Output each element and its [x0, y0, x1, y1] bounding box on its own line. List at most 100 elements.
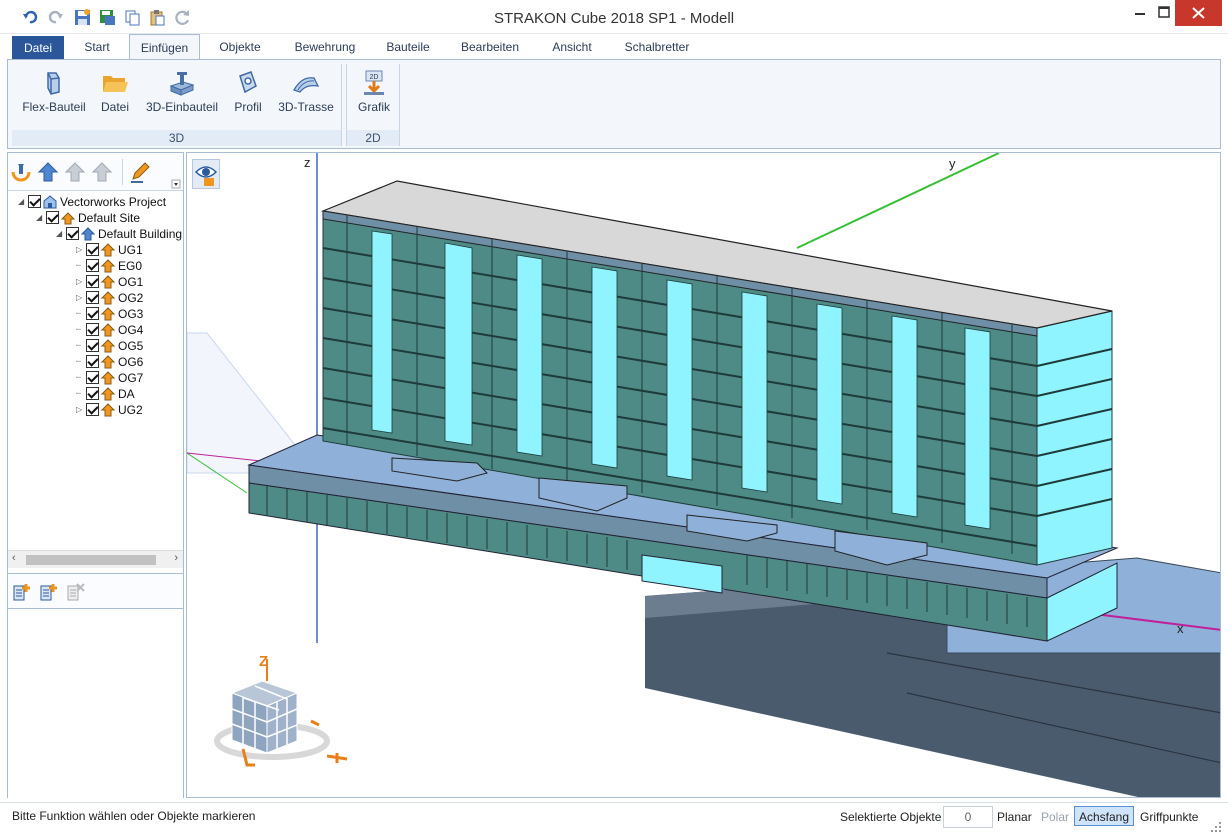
checkbox[interactable]: [86, 307, 99, 320]
level-up-icon[interactable]: [37, 161, 59, 183]
tab-objekte[interactable]: Objekte: [207, 34, 273, 60]
tree-horizontal-scrollbar[interactable]: ‹ ›: [8, 550, 183, 568]
scroll-left-icon[interactable]: ‹: [12, 552, 16, 564]
level-icon: [101, 307, 115, 321]
checkbox[interactable]: [86, 387, 99, 400]
add-sub-item-icon[interactable]: [39, 582, 59, 602]
3d-einbauteil-button[interactable]: 3D-Einbauteil: [142, 66, 222, 122]
checkbox[interactable]: [86, 323, 99, 336]
tab-schalbretter[interactable]: Schalbretter: [612, 34, 702, 60]
model-canvas[interactable]: z y x Z: [187, 153, 1221, 798]
tree-node-level[interactable]: ▷ UG2: [76, 402, 143, 418]
tree-label: Default Site: [78, 211, 141, 225]
profil-button[interactable]: Profil: [228, 66, 268, 122]
tree-node-project[interactable]: ◢ Vectorworks Project: [18, 194, 166, 210]
checkbox[interactable]: [86, 371, 99, 384]
level-icon: [101, 371, 115, 385]
tree-node-site[interactable]: ◢ Default Site: [36, 210, 140, 226]
tree-node-level[interactable]: ▷ OG2: [76, 290, 143, 306]
status-message: Bitte Funktion wählen oder Objekte marki…: [12, 809, 256, 823]
tree-label: UG2: [118, 403, 143, 417]
resize-grip-icon[interactable]: [1210, 821, 1222, 833]
eye-icon: [194, 166, 218, 186]
selected-objects-label: Selektierte Objekte: [840, 810, 942, 824]
scroll-right-icon[interactable]: ›: [174, 552, 178, 564]
add-item-icon[interactable]: [12, 582, 32, 602]
tree-node-level[interactable]: ▷ UG1: [76, 242, 143, 258]
tab-start[interactable]: Start: [70, 34, 124, 60]
level-icon: [101, 355, 115, 369]
checkbox[interactable]: [86, 403, 99, 416]
navigation-cube[interactable]: Z: [214, 653, 348, 767]
maximize-button[interactable]: [1150, 0, 1178, 26]
tree-node-level[interactable]: ▷ OG1: [76, 274, 143, 290]
dropdown-arrow-icon[interactable]: [171, 179, 181, 189]
scrollbar-thumb[interactable]: [26, 555, 156, 565]
expand-icon[interactable]: ▷: [76, 274, 86, 290]
move-up-icon[interactable]: [64, 161, 86, 183]
tree-node-level[interactable]: ┈ EG0: [76, 258, 142, 274]
tree-line: ┈: [76, 325, 81, 334]
tree-label: OG5: [118, 339, 144, 353]
tab-ansicht[interactable]: Ansicht: [540, 34, 604, 60]
selected-objects-count: 0: [943, 806, 993, 828]
3d-trasse-button[interactable]: 3D-Trasse: [274, 66, 338, 122]
delete-item-icon[interactable]: [66, 582, 86, 602]
flex-component-icon: [47, 72, 60, 95]
grafik-button[interactable]: 2D Grafik: [353, 66, 395, 122]
tab-bauteile[interactable]: Bauteile: [376, 34, 440, 60]
ribbon-tabs: Datei Start Einfügen Objekte Bewehrung B…: [0, 34, 1228, 61]
expand-icon[interactable]: ▷: [76, 242, 86, 258]
griffpunkte-toggle[interactable]: Griffpunkte: [1140, 807, 1198, 827]
collapse-icon[interactable]: ◢: [56, 226, 66, 242]
planar-toggle[interactable]: Planar: [997, 807, 1032, 827]
move-down-icon[interactable]: [91, 161, 113, 183]
tree-line: ┈: [76, 341, 81, 350]
tree-node-level[interactable]: ┈ OG4: [76, 322, 143, 338]
tree-node-level[interactable]: ┈ OG6: [76, 354, 143, 370]
achsfang-toggle[interactable]: Achsfang: [1074, 806, 1135, 826]
checkbox[interactable]: [46, 211, 59, 224]
tree-node-building[interactable]: ◢ Default Building: [56, 226, 182, 242]
checkbox[interactable]: [86, 355, 99, 368]
close-icon: [1192, 7, 1205, 19]
project-icon: [43, 195, 57, 209]
edit-pencil-icon[interactable]: [129, 161, 151, 183]
expand-icon[interactable]: ▷: [76, 290, 86, 306]
refresh-tree-icon[interactable]: [10, 161, 32, 183]
polar-toggle[interactable]: Polar: [1041, 807, 1069, 827]
tower-side-facade: [1036, 310, 1113, 566]
maximize-icon: [1158, 6, 1170, 18]
tree-node-level[interactable]: ┈ OG7: [76, 370, 143, 386]
tree-node-level[interactable]: ┈ OG3: [76, 306, 143, 322]
flex-bauteil-button[interactable]: Flex-Bauteil: [20, 66, 88, 122]
tab-bearbeiten[interactable]: Bearbeiten: [450, 34, 530, 60]
checkbox[interactable]: [86, 291, 99, 304]
tree-line: ┈: [76, 309, 81, 318]
tree-node-level[interactable]: ┈ OG5: [76, 338, 143, 354]
collapse-icon[interactable]: ◢: [36, 210, 46, 226]
tree-line: ┈: [76, 261, 81, 270]
tab-datei[interactable]: Datei: [12, 36, 64, 60]
checkbox[interactable]: [86, 243, 99, 256]
checkbox[interactable]: [86, 259, 99, 272]
tree-label: OG7: [118, 371, 144, 385]
checkbox[interactable]: [28, 195, 41, 208]
close-button[interactable]: [1175, 0, 1222, 26]
expand-icon[interactable]: ▷: [76, 402, 86, 418]
toolbar-separator: [122, 159, 123, 185]
collapse-icon[interactable]: ◢: [18, 194, 28, 210]
checkbox[interactable]: [66, 227, 79, 240]
datei-button[interactable]: Datei: [94, 66, 136, 122]
tab-einfuegen[interactable]: Einfügen: [129, 34, 200, 61]
checkbox[interactable]: [86, 275, 99, 288]
3d-insert-icon: [169, 72, 195, 96]
level-icon: [101, 339, 115, 353]
tree-label: Default Building: [98, 227, 183, 241]
checkbox[interactable]: [86, 339, 99, 352]
visibility-toggle-button[interactable]: [192, 159, 220, 189]
tab-bewehrung[interactable]: Bewehrung: [282, 34, 368, 60]
3d-trasse-label: 3D-Trasse: [278, 100, 334, 114]
3d-viewport[interactable]: z y x Z: [186, 152, 1221, 798]
tree-node-level[interactable]: ┈ DA: [76, 386, 135, 402]
